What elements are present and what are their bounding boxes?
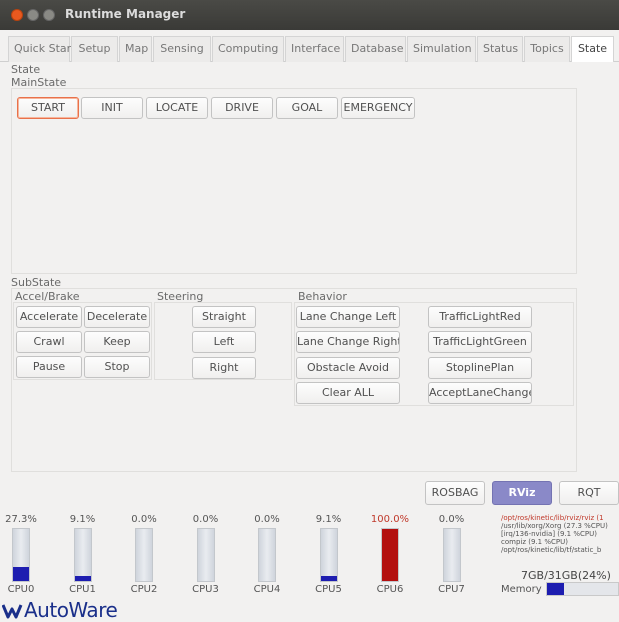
lane-change-left-button[interactable]: Lane Change Left <box>296 306 400 328</box>
maximize-icon[interactable] <box>43 9 55 21</box>
accel-brake-panel: Accelerate Decelerate Crawl Keep Pause S… <box>13 302 152 380</box>
lane-change-right-button[interactable]: Lane Change Right <box>296 331 400 353</box>
cpu-name-label: CPU4 <box>253 584 281 595</box>
tab-map[interactable]: Map <box>119 36 152 62</box>
traffic-light-red-button[interactable]: TrafficLightRed <box>428 306 532 328</box>
cpu-usage-fill <box>320 576 337 581</box>
cpu-percent-label: 0.0% <box>192 514 219 525</box>
decelerate-button[interactable]: Decelerate <box>84 306 150 328</box>
right-button[interactable]: Right <box>192 357 256 379</box>
tab-sensing[interactable]: Sensing <box>153 36 211 62</box>
cpu-usage-bar <box>258 528 276 582</box>
tab-setup[interactable]: Setup <box>71 36 118 62</box>
cpu-usage-bar <box>196 528 215 582</box>
cpu-name-label: CPU7 <box>438 584 465 595</box>
window-title: Runtime Manager <box>65 7 186 21</box>
cpu-percent-label: 0.0% <box>131 514 157 525</box>
state-page: State MainState START INIT LOCATE DRIVE … <box>0 62 619 622</box>
cpu-percent-label: 9.1% <box>315 514 342 525</box>
cpu-name-label: CPU2 <box>130 584 158 595</box>
process-list: /opt/ros/kinetic/lib/rviz/rviz (1 /usr/l… <box>501 514 619 554</box>
tab-simulation[interactable]: Simulation <box>407 36 476 62</box>
memory-label: Memory <box>501 584 542 595</box>
cpu-percent-label: 9.1% <box>69 514 96 525</box>
cpu-usage-bar <box>442 528 461 582</box>
tab-state[interactable]: State <box>571 36 614 63</box>
cpu-percent-label: 0.0% <box>438 514 465 525</box>
cpu-usage-fill <box>382 529 398 581</box>
main-state-panel: START INIT LOCATE DRIVE GOAL EMERGENCY <box>11 88 577 274</box>
accept-lane-change-button[interactable]: AcceptLaneChange <box>428 382 532 404</box>
memory-usage-text: 7GB/31GB(24%) <box>521 569 611 582</box>
tab-interface[interactable]: Interface <box>285 36 344 62</box>
clear-all-button[interactable]: Clear ALL <box>296 382 400 404</box>
behavior-panel: Lane Change Left TrafficLightRed Lane Ch… <box>294 302 574 406</box>
memory-bar <box>546 582 619 596</box>
cpu-usage-fill <box>13 567 29 581</box>
cpu-name-label: CPU6 <box>376 584 404 595</box>
straight-button[interactable]: Straight <box>192 306 256 328</box>
stop-button[interactable]: Stop <box>84 356 150 378</box>
emergency-button[interactable]: EMERGENCY <box>341 97 415 119</box>
process-item: compiz (9.1 %CPU) <box>501 538 568 546</box>
init-button[interactable]: INIT <box>81 97 143 119</box>
cpu-usage-bar <box>319 528 338 582</box>
process-item: /opt/ros/kinetic/lib/tf/static_b <box>501 546 602 554</box>
cpu-percent-label: 0.0% <box>254 514 280 525</box>
state-heading: State <box>11 63 41 76</box>
autoware-logo-text: AutoWare <box>24 598 118 622</box>
minimize-icon[interactable] <box>27 9 39 21</box>
tab-bar: Quick Start Setup Map Sensing Computing … <box>0 30 619 63</box>
autoware-logo-icon <box>2 604 23 619</box>
accelerate-button[interactable]: Accelerate <box>16 306 82 328</box>
cpu-name-label: CPU5 <box>315 584 342 595</box>
tab-database[interactable]: Database <box>345 36 406 62</box>
cpu-usage-fill <box>74 576 91 581</box>
cpu-percent-label: 100.0% <box>370 514 410 525</box>
cpu-usage-bar <box>73 528 92 582</box>
cpu-name-label: CPU1 <box>69 584 96 595</box>
drive-button[interactable]: DRIVE <box>211 97 273 119</box>
cpu-usage-bar <box>381 528 399 582</box>
crawl-button[interactable]: Crawl <box>16 331 82 353</box>
pause-button[interactable]: Pause <box>16 356 82 378</box>
locate-button[interactable]: LOCATE <box>146 97 208 119</box>
cpu-percent-label: 27.3% <box>5 514 37 525</box>
rosbag-button[interactable]: ROSBAG <box>425 481 485 505</box>
process-item: [irq/136-nvidia] (9.1 %CPU) <box>501 530 597 538</box>
tab-status[interactable]: Status <box>477 36 523 62</box>
goal-button[interactable]: GOAL <box>276 97 338 119</box>
process-item: /usr/lib/xorg/Xorg (27.3 %CPU) <box>501 522 608 530</box>
left-button[interactable]: Left <box>192 331 256 353</box>
cpu-name-label: CPU3 <box>192 584 219 595</box>
process-item: /opt/ros/kinetic/lib/rviz/rviz (1 <box>501 514 604 522</box>
tab-quick-start[interactable]: Quick Start <box>8 36 75 62</box>
steering-panel: Straight Left Right <box>154 302 292 380</box>
close-icon[interactable] <box>11 9 23 21</box>
cpu-name-label: CPU0 <box>7 584 35 595</box>
obstacle-avoid-button[interactable]: Obstacle Avoid <box>296 357 400 379</box>
traffic-light-green-button[interactable]: TrafficLightGreen <box>428 331 532 353</box>
rviz-button[interactable]: RViz <box>492 481 552 505</box>
cpu-usage-bar <box>12 528 30 582</box>
memory-bar-fill <box>547 583 565 595</box>
keep-button[interactable]: Keep <box>84 331 150 353</box>
stopline-plan-button[interactable]: StoplinePlan <box>428 357 532 379</box>
start-button[interactable]: START <box>17 97 79 119</box>
rqt-button[interactable]: RQT <box>559 481 619 505</box>
tab-computing[interactable]: Computing <box>212 36 284 62</box>
tab-topics[interactable]: Topics <box>524 36 570 62</box>
cpu-usage-bar <box>135 528 153 582</box>
title-bar: Runtime Manager <box>0 0 619 30</box>
